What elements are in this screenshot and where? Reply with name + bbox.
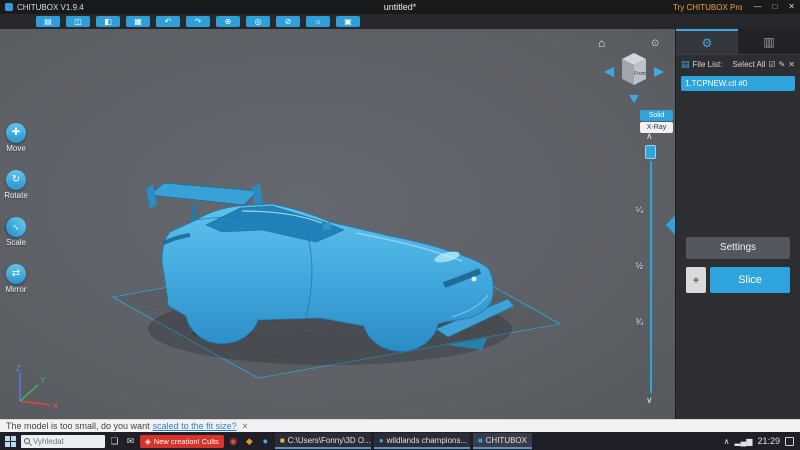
file-list-icon: ▤ bbox=[681, 58, 690, 69]
dig-hole-button[interactable]: ⊘ bbox=[276, 16, 300, 27]
chitubox-icon: ■ bbox=[477, 435, 483, 445]
tray-expand-icon[interactable]: ∧ bbox=[724, 437, 730, 446]
mail-icon[interactable]: ✉ bbox=[124, 433, 137, 449]
status-close-icon[interactable]: ✕ bbox=[242, 422, 249, 431]
light-button[interactable]: ☼ bbox=[306, 16, 330, 27]
rotate-tool[interactable]: ↻ Rotate bbox=[4, 170, 28, 200]
scale-icon: ↔ bbox=[1, 212, 31, 242]
main-toolbar: ▤ ◫ ◧ ▦ ↶ ↷ ⊕ ◎ ⊘ ☼ ▣ bbox=[0, 14, 800, 29]
y-axis-label: Y bbox=[40, 376, 46, 385]
cults-taskbar-button[interactable]: ◈ New creation! Cults bbox=[140, 434, 224, 448]
viewport-3d[interactable]: ✚ Move ↻ Rotate ↔ Scale ⇄ Mirror ⌂ ⊙ Fro… bbox=[0, 29, 675, 419]
panel-collapse-arrow[interactable] bbox=[666, 215, 675, 235]
hollow-button[interactable]: ◎ bbox=[246, 16, 270, 27]
mirror-tool[interactable]: ⇄ Mirror bbox=[5, 264, 26, 294]
tab-print-settings[interactable]: ⚙ bbox=[676, 29, 738, 54]
transform-toolbar: ✚ Move ↻ Rotate ↔ Scale ⇄ Mirror bbox=[1, 123, 31, 294]
cube-face-label: Front bbox=[634, 71, 646, 77]
chitubox-logo bbox=[5, 3, 13, 11]
mirror-icon: ⇄ bbox=[5, 264, 26, 284]
globe-icon: ● bbox=[378, 435, 384, 445]
redo-button[interactable]: ↷ bbox=[186, 16, 210, 27]
task-view-icon[interactable]: ❏ bbox=[108, 433, 121, 449]
z-axis-label: Z bbox=[16, 364, 21, 373]
undo-button[interactable]: ↶ bbox=[156, 16, 180, 27]
titlebar: CHITUBOX V1.9.4 untitled* Try CHITUBOX P… bbox=[0, 0, 800, 14]
slider-down-icon[interactable]: ∨ bbox=[646, 395, 653, 406]
file-list-header: ▤ File List: Select All ☑ ✎ ✕ bbox=[676, 55, 800, 73]
explorer-window-button[interactable]: ■ C:\Users\Fonny\3D O... bbox=[274, 433, 371, 449]
chitubox-window-button[interactable]: ■ CHITUBOX bbox=[472, 433, 532, 449]
rotate-down-arrow-icon bbox=[629, 95, 639, 103]
copy-button[interactable]: ◧ bbox=[96, 16, 120, 27]
cults-label: New creation! Cults bbox=[153, 436, 219, 446]
auto-layout-button[interactable]: ▦ bbox=[126, 16, 150, 27]
edit-icon[interactable]: ✎ bbox=[779, 60, 786, 69]
right-panel: ⚙ ▥ ▤ File List: Select All ☑ ✎ ✕ 1.TCPN… bbox=[675, 29, 800, 419]
move-tool[interactable]: ✚ Move bbox=[6, 123, 26, 153]
search-icon bbox=[24, 438, 30, 444]
palette-icon[interactable]: ◆ bbox=[243, 433, 256, 449]
move-icon: ✚ bbox=[6, 123, 26, 143]
scale-to-fit-link[interactable]: scaled to the fit size? bbox=[153, 421, 237, 431]
print-settings-icon: ⚙ bbox=[701, 35, 713, 50]
slice-button[interactable]: Slice bbox=[710, 267, 790, 293]
slider-three-quarter-label: ¾ bbox=[635, 317, 643, 327]
layer-slider-track[interactable] bbox=[650, 161, 652, 393]
document-title: untitled* bbox=[383, 2, 417, 12]
rotate-icon: ↻ bbox=[5, 170, 26, 190]
system-tray: ∧ ▂▄▆ 21:29 bbox=[724, 436, 797, 446]
xray-mode-button[interactable]: X-Ray bbox=[640, 122, 673, 133]
taskbar-search[interactable] bbox=[21, 434, 105, 448]
close-button[interactable]: ✕ bbox=[788, 0, 795, 14]
app-title: CHITUBOX V1.9.4 bbox=[17, 2, 84, 12]
open-file-button[interactable]: ▤ bbox=[36, 16, 60, 27]
chitubox-app-window: CHITUBOX V1.9.4 untitled* Try CHITUBOX P… bbox=[0, 0, 800, 450]
start-button[interactable] bbox=[3, 434, 18, 449]
car-indicator bbox=[471, 276, 477, 282]
save-button[interactable]: ◫ bbox=[66, 16, 90, 27]
rotate-left-arrow-icon bbox=[604, 67, 614, 77]
file-list-label: File List: bbox=[692, 59, 723, 69]
try-pro-link[interactable]: Try CHITUBOX Pro bbox=[673, 3, 742, 12]
layer-slider-handle[interactable] bbox=[645, 145, 656, 159]
view-cube[interactable]: Front bbox=[604, 47, 664, 103]
status-bar: The model is too small, do you want scal… bbox=[0, 419, 800, 432]
delete-icon[interactable]: ✕ bbox=[788, 60, 795, 69]
center-model-button[interactable]: ⊕ bbox=[216, 16, 240, 27]
file-list-item[interactable]: 1.TCPNEW.ctl #0 bbox=[681, 76, 795, 91]
x-axis-label: X bbox=[53, 402, 59, 411]
minimize-button[interactable]: — bbox=[753, 0, 761, 14]
search-input[interactable] bbox=[33, 436, 97, 446]
slice-options-button[interactable]: + bbox=[686, 267, 706, 293]
slider-quarter-label: ¼ bbox=[635, 205, 643, 215]
slider-half-label: ½ bbox=[635, 261, 643, 271]
steam-icon[interactable]: ● bbox=[259, 433, 272, 449]
cults-icon: ◈ bbox=[145, 436, 151, 446]
notification-center-icon[interactable] bbox=[785, 436, 794, 446]
network-icon[interactable]: ▂▄▆ bbox=[734, 437, 752, 446]
select-all-label[interactable]: Select All bbox=[733, 60, 766, 69]
panel-tabs: ⚙ ▥ bbox=[676, 29, 800, 55]
maximize-button[interactable]: □ bbox=[772, 0, 777, 14]
clock[interactable]: 21:29 bbox=[757, 436, 780, 446]
opera-icon[interactable]: ◉ bbox=[227, 433, 240, 449]
folder-icon: ■ bbox=[279, 435, 285, 445]
scene-canvas bbox=[111, 182, 562, 379]
browser-window-button[interactable]: ● wildlands champions... bbox=[373, 433, 470, 449]
windows-taskbar: ❏ ✉ ◈ New creation! Cults ◉ ◆ ● ■ C:\Use… bbox=[0, 432, 800, 450]
select-all-icon[interactable]: ☑ bbox=[768, 60, 775, 69]
scale-tool[interactable]: ↔ Scale bbox=[1, 212, 31, 247]
solid-mode-button[interactable]: Solid bbox=[640, 110, 673, 121]
support-settings-icon: ▥ bbox=[763, 34, 775, 49]
rotate-right-arrow-icon bbox=[654, 67, 664, 77]
axes-indicator: Z Y X bbox=[16, 364, 59, 411]
settings-button[interactable]: Settings bbox=[686, 237, 790, 259]
tab-support-settings[interactable]: ▥ bbox=[738, 29, 800, 54]
slider-up-icon[interactable]: ∧ bbox=[646, 131, 653, 142]
status-message: The model is too small, do you want bbox=[6, 421, 150, 431]
info-button[interactable]: ▣ bbox=[336, 16, 360, 27]
